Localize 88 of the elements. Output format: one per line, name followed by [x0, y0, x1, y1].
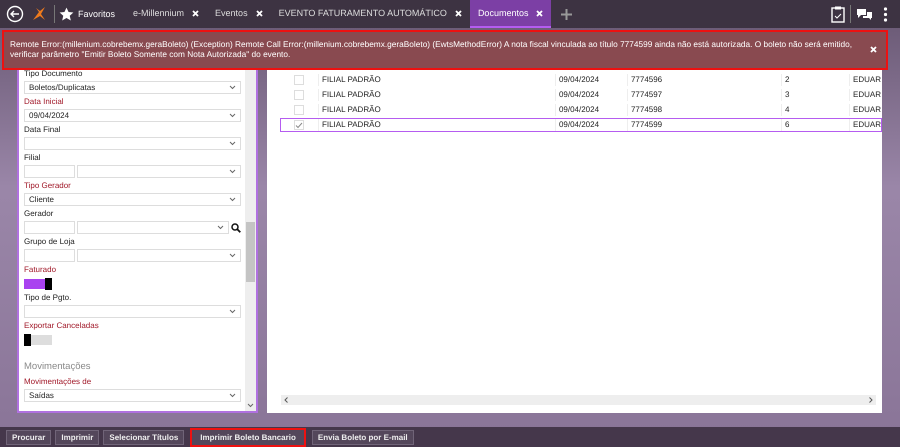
chevron-down-icon: [228, 393, 236, 398]
checkbox[interactable]: [294, 120, 304, 130]
tab[interactable]: e-Millennium: [125, 0, 208, 28]
select-field[interactable]: Cliente: [24, 193, 241, 206]
select-field[interactable]: Boletos/Duplicatas: [24, 81, 241, 94]
chevron-down-icon: [228, 197, 236, 202]
table-cell: 09/04/2024: [554, 89, 627, 101]
action-button[interactable]: Imprimir: [55, 430, 100, 444]
action-button[interactable]: Procurar: [6, 430, 52, 444]
table-cell: 2: [780, 74, 849, 86]
table-cell: 09/04/2024: [554, 74, 627, 86]
input-field[interactable]: [24, 249, 75, 262]
table-cell: FILIAL PADRÃO: [318, 89, 555, 101]
table-cell: 7774597: [626, 89, 781, 101]
toggle-switch[interactable]: [24, 335, 52, 345]
table-cell: 7774599: [626, 119, 781, 131]
field-label: Tipo Documento: [24, 68, 84, 80]
field-label: Grupo de Loja: [24, 236, 76, 248]
select-field[interactable]: [77, 249, 241, 262]
table-cell: FILIAL PADRÃO: [318, 119, 555, 131]
scrollbar-thumb[interactable]: [246, 222, 255, 282]
input-field[interactable]: [24, 165, 75, 178]
table-cell: EDUAR: [848, 104, 881, 116]
field-label: Gerador: [24, 208, 54, 220]
checkbox[interactable]: [294, 75, 304, 85]
chevron-down-icon: [228, 141, 236, 146]
table-cell: 09/04/2024: [554, 119, 627, 131]
table-cell: 3: [780, 89, 849, 101]
add-tab-icon[interactable]: [561, 8, 572, 20]
section-heading: Movimentações: [24, 361, 92, 374]
close-icon[interactable]: [454, 10, 462, 16]
action-button[interactable]: Selecionar Títulos: [103, 430, 184, 444]
select-field[interactable]: Saídas: [24, 389, 241, 402]
table-cell: EDUAR: [848, 119, 881, 131]
table-cell: 4: [780, 104, 849, 116]
table-cell: 09/04/2024: [554, 104, 627, 116]
field-label: Tipo de Pgto.: [24, 292, 72, 304]
chevron-down-icon: [228, 113, 236, 118]
logo-icon[interactable]: [32, 6, 46, 22]
close-icon[interactable]: [256, 10, 263, 16]
action-button[interactable]: Imprimir Boleto Bancario: [190, 428, 306, 446]
field-label: Faturado: [24, 264, 58, 276]
clipboard-icon[interactable]: [831, 6, 845, 22]
select-field[interactable]: [24, 305, 241, 318]
chevron-down-icon: [228, 85, 236, 90]
tab[interactable]: Documentos: [470, 0, 552, 28]
close-icon[interactable]: [192, 10, 200, 16]
search-icon[interactable]: [230, 222, 241, 232]
close-icon[interactable]: [536, 10, 544, 16]
tab[interactable]: EVENTO FATURAMENTO AUTOMÁTICO: [270, 0, 470, 28]
select-field[interactable]: 09/04/2024: [24, 109, 241, 122]
close-icon[interactable]: [870, 46, 877, 52]
field-label: Movimentações de: [24, 376, 92, 388]
chevron-down-icon[interactable]: [246, 403, 254, 408]
field-label: Filial: [24, 152, 42, 164]
table-cell: FILIAL PADRÃO: [318, 104, 555, 116]
action-button[interactable]: Envia Boleto por E-mail: [312, 430, 414, 444]
chevron-down-icon: [228, 253, 236, 258]
toggle-switch[interactable]: [24, 279, 52, 289]
chevron-left-icon[interactable]: [284, 397, 288, 403]
table-cell: 6: [780, 119, 849, 131]
horizontal-scrollbar[interactable]: [280, 395, 876, 405]
chevron-down-icon: [228, 309, 236, 314]
field-label: Exportar Canceladas: [24, 320, 100, 332]
table-cell: FILIAL PADRÃO: [318, 74, 555, 86]
table-cell: EDUAR: [848, 89, 881, 101]
checkbox[interactable]: [294, 105, 304, 115]
select-field[interactable]: [24, 137, 241, 150]
field-label: Data Inicial: [24, 96, 65, 108]
input-field[interactable]: [24, 221, 75, 234]
chevron-right-icon[interactable]: [869, 397, 873, 403]
star-icon[interactable]: [59, 6, 74, 22]
back-icon[interactable]: [6, 5, 24, 23]
field-label: Tipo Gerador: [24, 180, 72, 192]
favorites-label[interactable]: Favoritos: [78, 9, 116, 19]
table-cell: 7774598: [626, 104, 781, 116]
chevron-down-icon: [228, 169, 236, 174]
field-label: Data Final: [24, 124, 62, 136]
checkbox[interactable]: [294, 90, 304, 100]
tab[interactable]: Eventos: [207, 0, 271, 28]
select-field[interactable]: [77, 165, 241, 178]
select-field[interactable]: [77, 221, 229, 234]
table-cell: EDUAR: [848, 74, 881, 86]
table-cell: 7774596: [626, 74, 781, 86]
chat-icon[interactable]: [856, 8, 873, 20]
error-message: Remote Error:(millenium.cobrebemx.geraBoleto) (Exception) Remote Call Error:(millenium.cobrebemx.geraBoleto) (EwtsMethodError) A nota fiscal vinculada ao título 7774599 ainda não está autorizada. O boleto não será emitido, verificar parâmetro "Emitir Boleto Somente com Nota Autorizada" do evento.: [10, 39, 854, 59]
more-icon[interactable]: [883, 6, 888, 22]
chevron-down-icon: [216, 225, 224, 230]
